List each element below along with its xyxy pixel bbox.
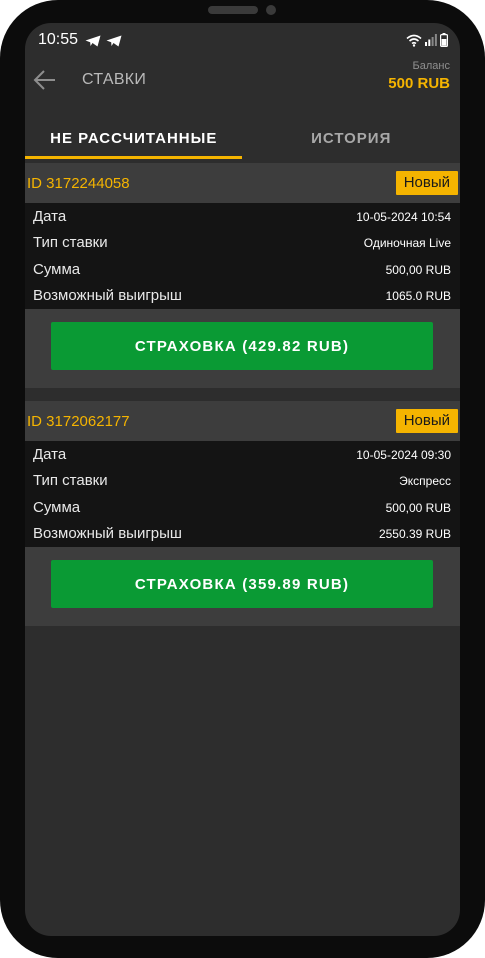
app-header: СТАВКИ Баланс 500 RUB [25, 57, 460, 117]
detail-row-amount: Сумма 500,00 RUB [25, 494, 460, 520]
detail-value: Одиночная Live [363, 236, 451, 250]
telegram-icon [106, 35, 122, 47]
status-time: 10:55 [38, 31, 79, 48]
tab-history[interactable]: ИСТОРИЯ [243, 117, 461, 159]
detail-value: 500,00 RUB [385, 501, 451, 515]
balance-label: Баланс [412, 60, 450, 72]
bet-tabs: НЕ РАССЧИТАННЫЕ ИСТОРИЯ [25, 117, 460, 159]
active-tab-indicator [25, 156, 242, 159]
bet-id: ID 3172062177 [27, 413, 130, 430]
detail-value: 10-05-2024 09:30 [356, 448, 451, 462]
status-icons [406, 33, 448, 47]
front-camera [266, 5, 276, 15]
detail-value: 10-05-2024 10:54 [356, 210, 451, 224]
battery-icon [440, 33, 448, 47]
arrow-left-icon[interactable] [33, 69, 57, 91]
status-badge: Новый [395, 409, 458, 433]
detail-label: Дата [33, 446, 67, 463]
bet-card-header: ID 3172062177 Новый [25, 401, 460, 441]
insurance-button[interactable]: СТРАХОВКА (359.89 RUB) [51, 560, 433, 608]
detail-label: Сумма [33, 499, 81, 516]
signal-icon [425, 34, 437, 46]
status-bar: 10:55 [25, 23, 460, 57]
detail-row-date: Дата 10-05-2024 09:30 [25, 441, 460, 467]
detail-row-potential-win: Возможный выигрыш 2550.39 RUB [25, 520, 460, 546]
detail-row-potential-win: Возможный выигрыш 1065.0 RUB [25, 282, 460, 308]
side-button [0, 225, 4, 295]
wifi-icon [406, 34, 422, 47]
speaker-grille [208, 6, 258, 14]
detail-label: Возможный выигрыш [33, 525, 182, 542]
screen: 10:55 СТАВКИ Баланс 500 RUB НЕ РАССЧИТАН… [25, 23, 460, 936]
detail-row-date: Дата 10-05-2024 10:54 [25, 203, 460, 229]
tab-unsettled[interactable]: НЕ РАССЧИТАННЫЕ [25, 117, 243, 159]
bet-id: ID 3172244058 [27, 175, 130, 192]
balance-value: 500 RUB [388, 75, 450, 92]
detail-label: Дата [33, 208, 67, 225]
side-button [0, 150, 4, 195]
detail-value: 2550.39 RUB [378, 527, 451, 541]
detail-value: Экспресс [399, 474, 451, 488]
detail-row-type: Тип ставки Одиночная Live [25, 229, 460, 255]
detail-label: Тип ставки [33, 472, 108, 489]
detail-label: Возможный выигрыш [33, 287, 182, 304]
insurance-button[interactable]: СТРАХОВКА (429.82 RUB) [51, 322, 433, 370]
bet-details: Дата 10-05-2024 10:54 Тип ставки Одиночн… [25, 203, 460, 309]
status-badge: Новый [395, 171, 458, 195]
page-title: СТАВКИ [82, 71, 147, 88]
side-button [0, 315, 4, 385]
detail-row-type: Тип ставки Экспресс [25, 467, 460, 493]
side-button [481, 245, 485, 360]
detail-value: 500,00 RUB [385, 263, 451, 277]
detail-row-amount: Сумма 500,00 RUB [25, 256, 460, 282]
phone-frame: 10:55 СТАВКИ Баланс 500 RUB НЕ РАССЧИТАН… [0, 0, 485, 958]
telegram-icon [85, 35, 101, 47]
bet-card: ID 3172062177 Новый Дата 10-05-2024 09:3… [25, 401, 460, 626]
bet-card: ID 3172244058 Новый Дата 10-05-2024 10:5… [25, 163, 460, 388]
detail-label: Сумма [33, 261, 81, 278]
bet-card-header: ID 3172244058 Новый [25, 163, 460, 203]
detail-value: 1065.0 RUB [385, 289, 451, 303]
bet-details: Дата 10-05-2024 09:30 Тип ставки Экспрес… [25, 441, 460, 547]
detail-label: Тип ставки [33, 234, 108, 251]
